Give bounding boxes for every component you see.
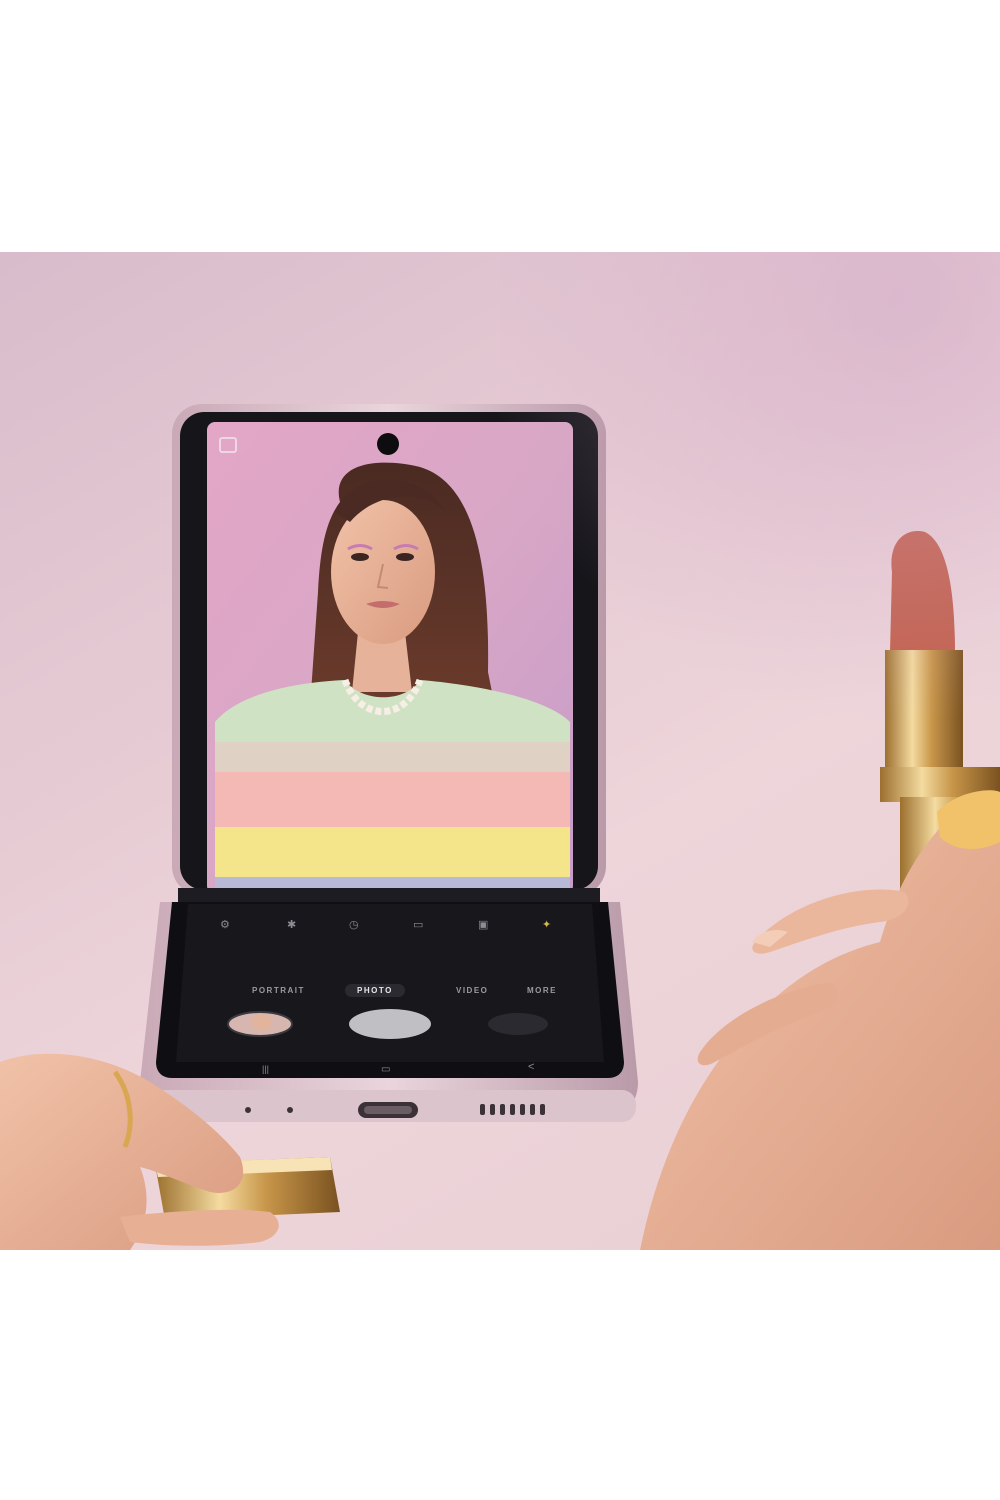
product-photo: ⚙ ✱ ◷ ▭ ▣ ✦ PORTRAIT PHOTO VIDEO MORE ||…	[0, 252, 1000, 1250]
settings-icon[interactable]: ⚙	[220, 920, 230, 931]
flash-icon[interactable]: ✱	[287, 920, 296, 931]
timer-icon[interactable]: ◷	[349, 920, 359, 931]
filter-icon[interactable]: ✦	[542, 920, 551, 931]
phone-upper-half	[172, 404, 606, 902]
recent-apps-icon[interactable]: |||	[262, 1064, 269, 1075]
back-icon[interactable]: <	[528, 1062, 534, 1073]
aspect-ratio-icon[interactable]: ▭	[413, 920, 423, 931]
phone-lower-half	[140, 902, 638, 1122]
mode-video[interactable]: VIDEO	[456, 986, 488, 995]
motion-photo-icon[interactable]: ▣	[478, 920, 488, 931]
mode-photo[interactable]: PHOTO	[345, 984, 405, 997]
mode-portrait[interactable]: PORTRAIT	[252, 986, 305, 995]
right-hand	[640, 790, 1000, 1250]
scene-illustration	[0, 404, 1000, 1250]
mode-more[interactable]: MORE	[527, 986, 557, 995]
home-icon[interactable]: ▭	[381, 1064, 390, 1075]
